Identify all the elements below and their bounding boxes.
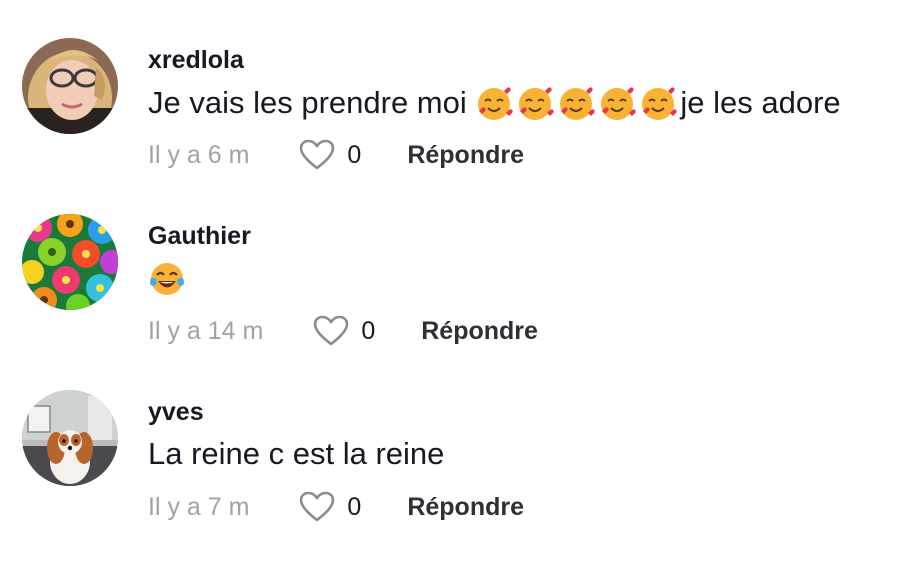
avatar[interactable] [22,390,118,486]
avatar[interactable] [22,38,118,134]
reply-button[interactable]: Répondre [407,141,524,170]
like-count: 0 [347,140,362,169]
heart-outline-icon [313,315,349,347]
like-count: 0 [347,492,362,521]
comment-text-before: Je vais les prendre moi [148,85,476,120]
like-button[interactable]: 0 [313,315,375,347]
comment-meta: Il y a 7 m 0 Répondre [148,490,524,524]
comment-meta: Il y a 14 m 0 Répondre [148,314,538,348]
comment-text [148,260,189,298]
face-with-tears-of-joy-icon [148,260,186,298]
comment-username[interactable]: yves [148,398,204,427]
heart-outline-icon [299,139,335,171]
avatar[interactable] [22,214,118,310]
like-button[interactable]: 0 [299,491,361,523]
comment-time: Il y a 14 m [148,316,264,345]
comment-text: La reine c est la reine [148,436,445,471]
smiling-face-with-hearts-icon [475,84,513,122]
comment-meta: Il y a 6 m 0 Répondre [148,138,524,172]
like-button[interactable]: 0 [299,139,361,171]
comment-text: Je vais les prendre moi je les adore [148,84,841,122]
comment-username[interactable]: xredlola [148,46,244,75]
smiling-face-with-hearts-icon [598,84,636,122]
smiling-face-with-hearts-icon [557,84,595,122]
comment-time: Il y a 7 m [148,492,250,521]
like-count: 0 [361,316,376,345]
heart-outline-icon [299,491,335,523]
comment-time: Il y a 6 m [148,140,250,169]
comment-username[interactable]: Gauthier [148,222,251,251]
reply-button[interactable]: Répondre [407,493,524,522]
reply-button[interactable]: Répondre [421,317,538,346]
smiling-face-with-hearts-icon [516,84,554,122]
comment-text-after: je les adore [680,85,841,120]
smiling-face-with-hearts-icon [639,84,677,122]
